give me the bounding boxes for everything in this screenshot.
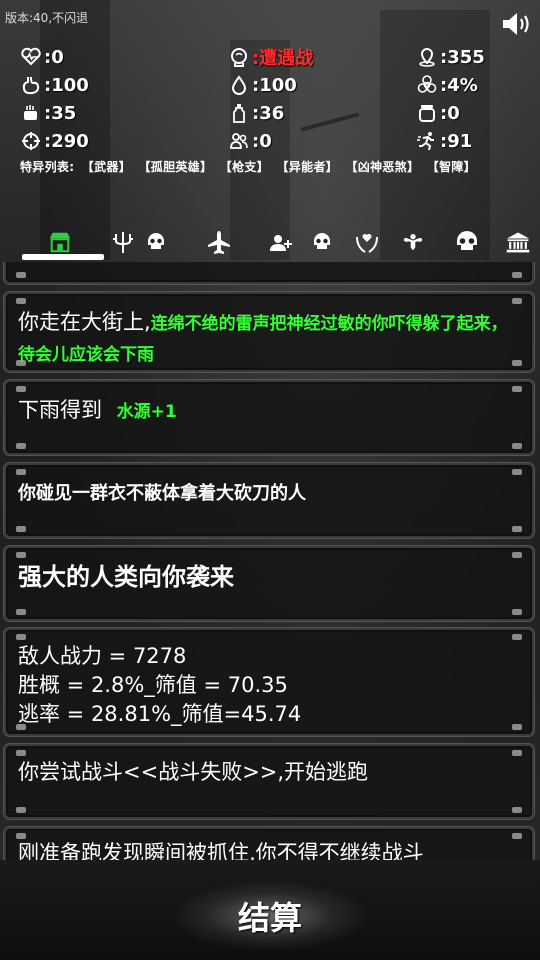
- log-entry: 强大的人类向你袭来: [4, 546, 534, 621]
- companions-stat: :0: [228, 127, 272, 155]
- food-icon: [20, 102, 42, 124]
- crosshair-icon: [20, 130, 42, 152]
- location-value: :355: [440, 46, 485, 68]
- tab-plane[interactable]: [205, 228, 233, 256]
- stomach-icon: [20, 74, 42, 96]
- encounter-value: :遭遇战: [252, 48, 314, 69]
- trait-item: 【智障】: [426, 160, 476, 174]
- location-stat: :355: [416, 43, 485, 71]
- trait-item: 【枪支】: [219, 160, 269, 174]
- water-gain-text: 水源+1: [116, 402, 177, 422]
- active-tab-indicator: [22, 254, 104, 260]
- skull-icon: [457, 231, 477, 250]
- bottle-icon: [228, 102, 250, 124]
- log-text: 下雨得到: [18, 398, 102, 422]
- version-label: 版本:40,不闪退: [5, 11, 89, 25]
- tab-muscle[interactable]: [396, 228, 430, 256]
- jar-icon: [416, 102, 438, 124]
- tab-skull-3[interactable]: [452, 228, 482, 256]
- speed-stat: :91: [416, 127, 472, 155]
- log-entry: 刚准备跑发现瞬间被抓住,你不得不继续战斗: [4, 827, 534, 860]
- log-entry: 你碰见一群衣不蔽体拿着大砍刀的人: [4, 463, 534, 538]
- brain-icon: [228, 46, 250, 68]
- drink-stat: :36: [228, 99, 284, 127]
- bag-value: :0: [440, 102, 460, 124]
- health-stat: :0: [20, 43, 64, 71]
- water-value: :100: [252, 74, 297, 96]
- traits-label: 特异列表:: [20, 160, 75, 174]
- companions-value: :0: [252, 130, 272, 152]
- tab-heart-hands[interactable]: [354, 228, 380, 256]
- speed-value: :91: [440, 130, 473, 152]
- running-icon: [416, 130, 438, 152]
- food-stat: :35: [20, 99, 76, 127]
- infection-value: :4%: [440, 74, 478, 96]
- skull-icon: [148, 233, 164, 249]
- log-entry: 你尝试战斗<<战斗失败>>,开始逃跑: [4, 744, 534, 819]
- tab-add-user[interactable]: [268, 228, 294, 256]
- heartbeat-icon: [20, 46, 42, 68]
- log-entry: 下雨得到 水源+1: [4, 380, 534, 455]
- skull-icon: [314, 233, 330, 249]
- tab-skull-2[interactable]: [309, 228, 335, 256]
- log-text: 刚准备跑发现瞬间被抓住,你不得不继续战斗: [18, 841, 424, 860]
- log-entry: [4, 262, 534, 284]
- drink-value: :36: [252, 102, 285, 124]
- event-log[interactable]: 你走在大街上,连绵不绝的雷声把神经过敏的你吓得躲了起来，待会儿应该会下雨 下雨得…: [0, 262, 540, 860]
- shop-icon: [49, 232, 71, 253]
- tab-skull[interactable]: [143, 228, 169, 256]
- settle-button[interactable]: 结算: [170, 880, 370, 952]
- bank-icon: [506, 232, 530, 253]
- map-pin-icon: [416, 46, 438, 68]
- encounter-stat: :遭遇战: [228, 43, 313, 71]
- battle-stats: 敌人战力 = 7278 胜概 = 2.8%_筛值 = 70.35 逃率 = 28…: [18, 642, 520, 729]
- water-drop-icon: [228, 74, 250, 96]
- trait-item: 【异能者】: [276, 160, 338, 174]
- bag-stat: :0: [416, 99, 460, 127]
- log-text: 你尝试战斗<<战斗失败>>,开始逃跑: [18, 760, 369, 784]
- attack-stat: :290: [20, 127, 89, 155]
- health-value: :0: [44, 46, 64, 68]
- log-entry: 敌人战力 = 7278 胜概 = 2.8%_筛值 = 70.35 逃率 = 28…: [4, 628, 534, 736]
- trait-item: 【孤胆英雄】: [138, 160, 213, 174]
- sound-icon[interactable]: [500, 10, 532, 38]
- add-user-icon: [270, 235, 292, 251]
- heart-hands-icon: [356, 234, 378, 253]
- traits-list: 特异列表: 【武器】 【孤胆英雄】 【枪支】 【异能者】 【凶神恶煞】 【智障】: [20, 158, 479, 175]
- trident-icon: [113, 232, 133, 253]
- log-entry: 你走在大街上,连绵不绝的雷声把神经过敏的你吓得躲了起来，待会儿应该会下雨: [4, 292, 534, 372]
- water-stat: :100: [228, 71, 297, 99]
- infection-stat: :4%: [416, 71, 478, 99]
- people-icon: [228, 130, 250, 152]
- log-text-green: 你碰见一群衣不蔽体拿着大砍刀的人: [18, 483, 306, 504]
- biohazard-icon: [416, 74, 438, 96]
- hunger-value: :100: [44, 74, 89, 96]
- tab-bank[interactable]: [502, 228, 534, 256]
- trait-item: 【凶神恶煞】: [345, 160, 420, 174]
- muscle-icon: [403, 233, 423, 251]
- enemy-power: 敌人战力 = 7278: [18, 644, 187, 668]
- win-chance: 胜概 = 2.8%_筛值 = 70.35: [18, 673, 288, 697]
- trait-item: 【武器】: [81, 160, 131, 174]
- food-value: :35: [44, 102, 77, 124]
- attack-value: :290: [44, 130, 89, 152]
- plane-icon: [208, 231, 230, 254]
- log-text-red: 强大的人类向你袭来: [18, 563, 234, 591]
- escape-chance: 逃率 = 28.81%_筛值=45.74: [18, 702, 302, 726]
- tab-trident[interactable]: [110, 228, 136, 256]
- hunger-stat: :100: [20, 71, 89, 99]
- tab-shop[interactable]: [48, 228, 72, 256]
- log-text: 你走在大街上,: [18, 310, 151, 334]
